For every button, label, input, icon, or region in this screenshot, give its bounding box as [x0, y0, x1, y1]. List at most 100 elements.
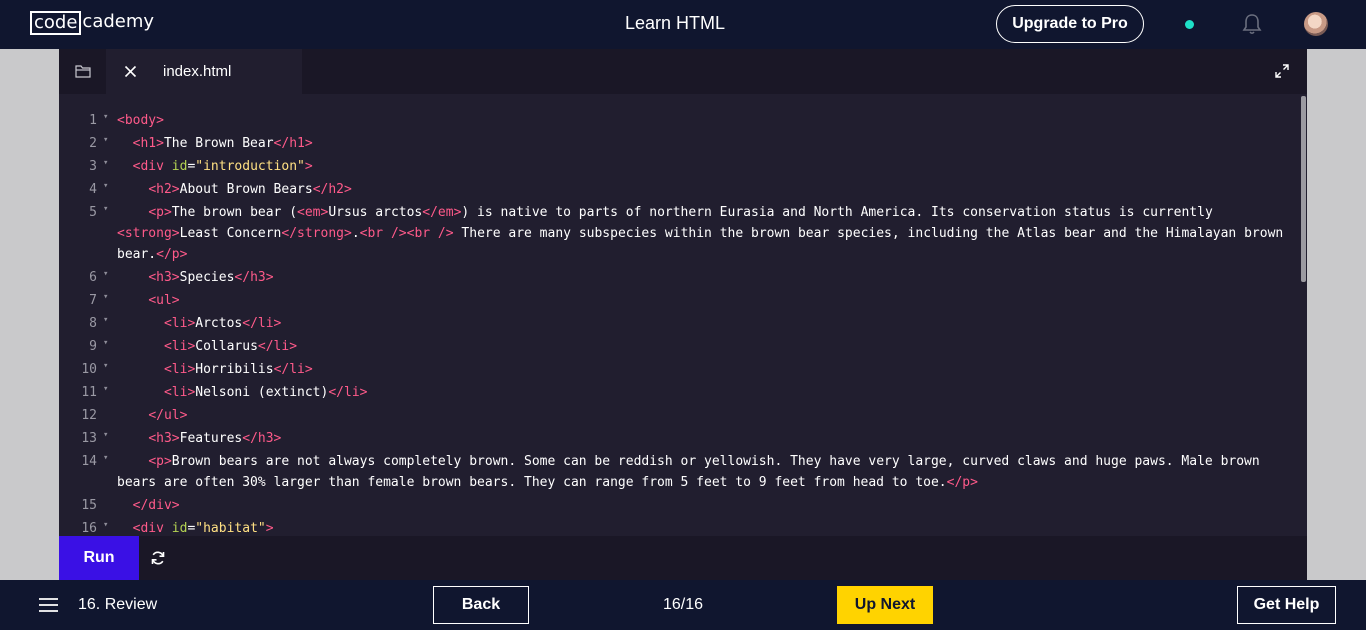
code-token: Least Concern [179, 226, 282, 241]
code-token: Ursus arctos [328, 205, 423, 220]
code-text: <p>Brown bears are not always completely… [117, 451, 1295, 493]
fold-arrow-icon[interactable]: ▾ [103, 379, 108, 400]
code-text: </div> [117, 495, 1295, 516]
code-text: </ul> [117, 405, 1295, 426]
code-token: ) is native to parts of northern Eurasia… [461, 205, 1221, 220]
fold-arrow-icon[interactable]: ▾ [103, 130, 108, 151]
code-text: <li>Arctos</li> [117, 313, 1295, 334]
code-token: </p> [156, 247, 188, 262]
code-text: <p>The brown bear (<em>Ursus arctos</em>… [117, 202, 1295, 265]
editor-scroll-thumb[interactable] [1301, 96, 1306, 282]
code-token: id [171, 521, 188, 536]
user-avatar[interactable] [1304, 12, 1328, 36]
line-number: 4 [89, 182, 97, 197]
code-token: Features [179, 431, 243, 446]
up-next-button[interactable]: Up Next [837, 586, 933, 624]
code-token: The brown bear ( [171, 205, 298, 220]
menu-icon[interactable] [39, 598, 58, 612]
line-number: 6 [89, 270, 97, 285]
code-token: <h1> [132, 136, 164, 151]
code-token: Brown bears are not always completely br… [117, 454, 1268, 490]
code-token: </div> [132, 498, 180, 513]
run-button[interactable]: Run [59, 536, 139, 580]
code-token: About Brown Bears [179, 182, 313, 197]
fold-arrow-icon[interactable]: ▾ [103, 310, 108, 331]
editor-tab-bar: index.html [59, 49, 1307, 94]
code-token: <div [132, 159, 164, 174]
fold-arrow-icon[interactable]: ▾ [103, 515, 108, 536]
code-token: </h3> [242, 431, 282, 446]
code-token: <body> [117, 113, 164, 128]
code-token: <li> [163, 362, 196, 377]
code-token: Horribilis [195, 362, 274, 377]
fold-arrow-icon[interactable]: ▾ [103, 333, 108, 354]
status-dot [1185, 20, 1194, 29]
file-tab-index-html[interactable]: index.html [106, 49, 302, 94]
line-number: 11 [81, 385, 97, 400]
code-token: </em> [422, 205, 462, 220]
refresh-icon[interactable] [150, 550, 166, 566]
code-token: <h3> [148, 270, 180, 285]
file-tab-label: index.html [163, 63, 232, 80]
code-token: <li> [163, 316, 196, 331]
fold-arrow-icon[interactable]: ▾ [103, 356, 108, 377]
upgrade-to-pro-button[interactable]: Upgrade to Pro [996, 5, 1144, 43]
code-token: > [265, 521, 274, 536]
code-token: Collarus [195, 339, 258, 354]
code-token: </h1> [273, 136, 313, 151]
lesson-progress: 16/16 [662, 596, 704, 613]
bottom-bar: 16. Review Back 16/16 Up Next Get Help [0, 580, 1366, 630]
bell-icon[interactable] [1242, 13, 1262, 35]
fold-arrow-icon[interactable]: ▾ [103, 264, 108, 285]
code-token: </h2> [312, 182, 352, 197]
close-icon[interactable] [124, 65, 137, 78]
code-token: </p> [946, 475, 978, 490]
line-number: 10 [81, 362, 97, 377]
code-text: <h3>Species</h3> [117, 267, 1295, 288]
code-token: </strong> [281, 226, 352, 241]
fold-arrow-icon[interactable]: ▾ [103, 287, 108, 308]
run-bar: Run [59, 536, 1307, 580]
code-token: . [351, 226, 360, 241]
code-token: <h2> [148, 182, 180, 197]
fold-arrow-icon[interactable]: ▾ [103, 448, 108, 469]
expand-icon[interactable] [1275, 64, 1289, 78]
fold-arrow-icon[interactable]: ▾ [103, 107, 108, 128]
code-token: <strong> [117, 226, 180, 241]
code-token: </li> [328, 385, 368, 400]
code-token: <li> [163, 339, 196, 354]
code-token: <div [132, 521, 164, 536]
code-text: <div id="habitat"> [117, 518, 1295, 536]
code-editor: index.html 1 ▾ <body> 2 ▾ <h1>The Brown Bear… [59, 49, 1307, 580]
code-text: <h3>Features</h3> [117, 428, 1295, 449]
code-token: Nelsoni (extinct) [195, 385, 329, 400]
code-token: "introduction" [195, 159, 305, 174]
code-token: Arctos [195, 316, 243, 331]
back-button[interactable]: Back [433, 586, 529, 624]
code-area[interactable]: 1 ▾ <body> 2 ▾ <h1>The Brown Bear</h1> 3 ▾ <di… [59, 94, 1307, 536]
fold-arrow-icon[interactable]: ▾ [103, 153, 108, 174]
fold-arrow-icon[interactable]: ▾ [103, 425, 108, 446]
lesson-label[interactable]: 16. Review [78, 596, 157, 614]
get-help-button[interactable]: Get Help [1237, 586, 1336, 624]
fold-arrow-icon[interactable]: ▾ [103, 176, 108, 197]
code-token: </li> [242, 316, 282, 331]
fold-arrow-icon[interactable]: ▾ [103, 199, 108, 220]
line-number: 15 [81, 498, 97, 513]
line-number: 16 [81, 521, 97, 536]
line-number: 12 [81, 408, 97, 423]
folder-icon[interactable] [75, 64, 91, 78]
code-token: <p> [148, 205, 172, 220]
line-number: 5 [89, 205, 97, 220]
code-text: <li>Collarus</li> [117, 336, 1295, 357]
top-header: code cademy Learn HTML Upgrade to Pro [0, 0, 1366, 49]
